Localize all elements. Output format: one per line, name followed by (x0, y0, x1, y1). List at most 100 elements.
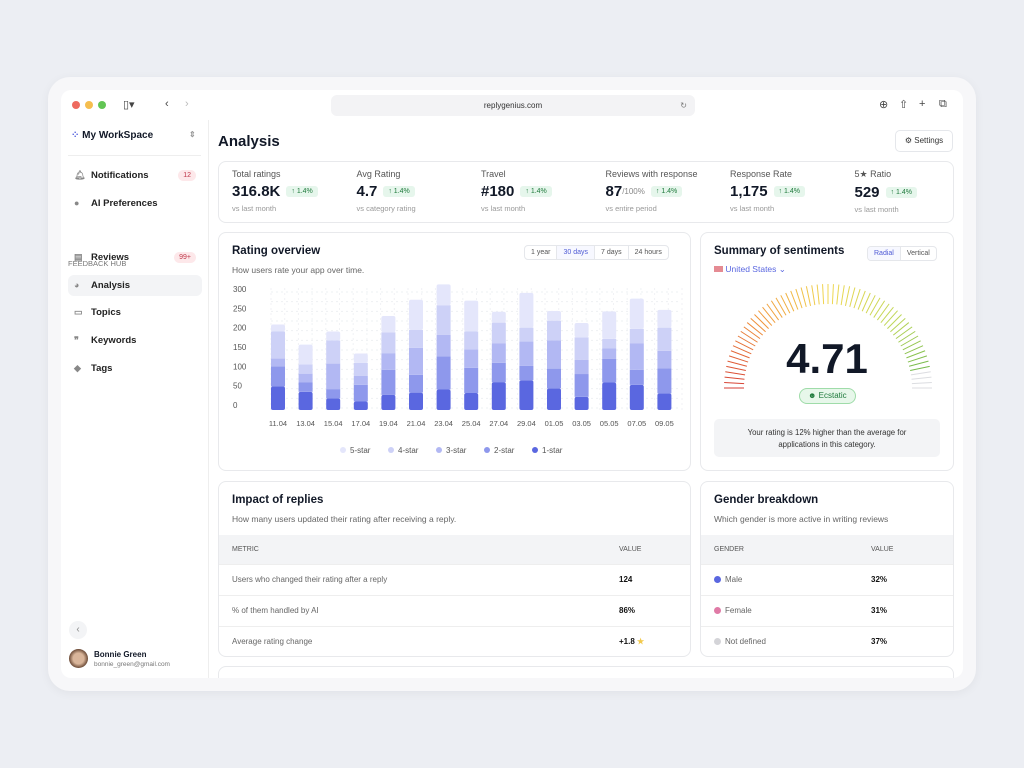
bar-segment-2-star[interactable] (464, 367, 479, 393)
bar-segment-3-star[interactable] (409, 347, 423, 375)
collapse-sidebar-button[interactable]: ‹ (69, 621, 87, 639)
bar-segment-5-star[interactable] (547, 311, 561, 321)
close-window-button[interactable] (72, 101, 80, 109)
bar-segment-1-star[interactable] (629, 384, 644, 410)
tabs-icon[interactable]: ⧉ (939, 98, 947, 111)
bar-segment-1-star[interactable] (657, 393, 672, 410)
back-icon[interactable]: ‹ (165, 98, 169, 110)
bar-segment-1-star[interactable] (271, 386, 285, 410)
bar-15.04[interactable] (326, 331, 341, 410)
bar-segment-2-star[interactable] (657, 368, 672, 394)
bar-segment-3-star[interactable] (629, 343, 644, 370)
minimize-window-button[interactable] (85, 101, 93, 109)
bar-19.04[interactable] (381, 316, 396, 410)
bar-segment-4-star[interactable] (353, 362, 368, 376)
share-icon[interactable]: ⇧ (899, 98, 908, 111)
bar-segment-2-star[interactable] (409, 374, 423, 393)
bar-05.05[interactable] (602, 311, 617, 410)
bar-03.05[interactable] (574, 323, 589, 410)
bar-segment-4-star[interactable] (657, 327, 672, 351)
bar-segment-1-star[interactable] (353, 401, 368, 410)
new-tab-icon[interactable]: + (919, 98, 925, 110)
bar-segment-5-star[interactable] (271, 324, 285, 332)
bar-segment-3-star[interactable] (519, 341, 534, 366)
sidebar-item-keywords[interactable]: ❞ Keywords (68, 330, 202, 351)
bar-segment-5-star[interactable] (326, 331, 341, 341)
bar-segment-4-star[interactable] (271, 331, 285, 359)
bar-segment-5-star[interactable] (491, 311, 506, 323)
bar-segment-2-star[interactable] (271, 366, 285, 387)
maximize-window-button[interactable] (98, 101, 106, 109)
bar-segment-1-star[interactable] (491, 382, 506, 410)
bar-segment-3-star[interactable] (547, 340, 561, 369)
bar-segment-4-star[interactable] (602, 338, 617, 349)
bar-21.04[interactable] (409, 299, 423, 410)
bar-17.04[interactable] (353, 353, 368, 410)
bar-segment-2-star[interactable] (326, 389, 341, 399)
bar-segment-3-star[interactable] (271, 358, 285, 367)
bar-segment-3-star[interactable] (326, 363, 341, 390)
bar-segment-5-star[interactable] (657, 309, 672, 328)
sidebar-item-ai-preferences[interactable]: ● AI Preferences (68, 193, 202, 214)
bar-segment-2-star[interactable] (436, 356, 451, 390)
bar-segment-2-star[interactable] (547, 368, 561, 389)
bar-segment-3-star[interactable] (602, 348, 617, 359)
bar-segment-1-star[interactable] (519, 380, 534, 410)
bar-segment-5-star[interactable] (464, 300, 479, 332)
bar-01.05[interactable] (547, 311, 561, 410)
bar-segment-4-star[interactable] (436, 305, 451, 335)
bar-segment-3-star[interactable] (381, 353, 396, 370)
bar-29.04[interactable] (519, 292, 534, 410)
download-icon[interactable]: ⊕ (879, 98, 888, 111)
bar-segment-4-star[interactable] (409, 329, 423, 348)
bar-segment-3-star[interactable] (353, 375, 368, 385)
bar-segment-2-star[interactable] (629, 369, 644, 385)
bar-segment-5-star[interactable] (381, 316, 396, 333)
bar-segment-4-star[interactable] (298, 364, 313, 374)
reload-icon[interactable]: ↻ (680, 95, 687, 116)
bar-segment-2-star[interactable] (519, 365, 534, 381)
bar-segment-4-star[interactable] (491, 322, 506, 344)
bar-segment-5-star[interactable] (409, 299, 423, 330)
bar-segment-2-star[interactable] (381, 369, 396, 395)
bar-segment-2-star[interactable] (298, 382, 313, 392)
bar-segment-4-star[interactable] (519, 327, 534, 342)
bar-segment-3-star[interactable] (657, 350, 672, 369)
bar-11.04[interactable] (271, 324, 285, 410)
sidebar-item-tags[interactable]: ◆ Tags (68, 358, 202, 379)
bar-07.05[interactable] (629, 298, 644, 410)
bar-segment-1-star[interactable] (381, 394, 396, 410)
workspace-switcher[interactable]: ⁘ My WorkSpace ⇕ (71, 130, 196, 141)
bar-segment-2-star[interactable] (574, 374, 589, 397)
settings-button[interactable]: ⚙ Settings (895, 130, 953, 152)
bar-segment-3-star[interactable] (298, 373, 313, 383)
bar-segment-3-star[interactable] (436, 334, 451, 357)
bar-segment-1-star[interactable] (464, 392, 479, 410)
bar-segment-3-star[interactable] (491, 343, 506, 363)
bar-segment-3-star[interactable] (464, 349, 479, 368)
bar-segment-5-star[interactable] (519, 292, 534, 328)
bar-segment-5-star[interactable] (574, 323, 589, 338)
bar-segment-4-star[interactable] (547, 320, 561, 341)
bar-09.05[interactable] (657, 309, 672, 410)
bar-segment-5-star[interactable] (353, 353, 368, 363)
bar-segment-1-star[interactable] (602, 382, 617, 410)
bar-segment-5-star[interactable] (629, 298, 644, 329)
bar-segment-1-star[interactable] (326, 398, 341, 410)
sidebar-item-topics[interactable]: ▭ Topics (68, 302, 202, 323)
sidebar-toggle-icon[interactable]: ▯▾ (123, 98, 135, 111)
bar-25.04[interactable] (464, 300, 479, 410)
avatar[interactable] (69, 649, 88, 668)
bar-segment-2-star[interactable] (353, 384, 368, 402)
bar-segment-4-star[interactable] (464, 331, 479, 350)
sidebar-item-notifications[interactable]: 🔔︎ Notifications 12 (68, 165, 202, 186)
bar-segment-1-star[interactable] (574, 396, 589, 410)
address-bar[interactable]: replygenius.com ↻ (331, 95, 695, 116)
sidebar-item-analysis[interactable]: ◕ Analysis (68, 275, 202, 296)
bar-segment-3-star[interactable] (574, 359, 589, 375)
bar-segment-4-star[interactable] (326, 340, 341, 364)
sidebar-item-reviews[interactable]: ▤ Reviews 99+ (68, 247, 202, 268)
view-vertical[interactable]: Vertical (899, 247, 936, 260)
bar-23.04[interactable] (436, 284, 451, 410)
bar-segment-1-star[interactable] (409, 392, 423, 410)
